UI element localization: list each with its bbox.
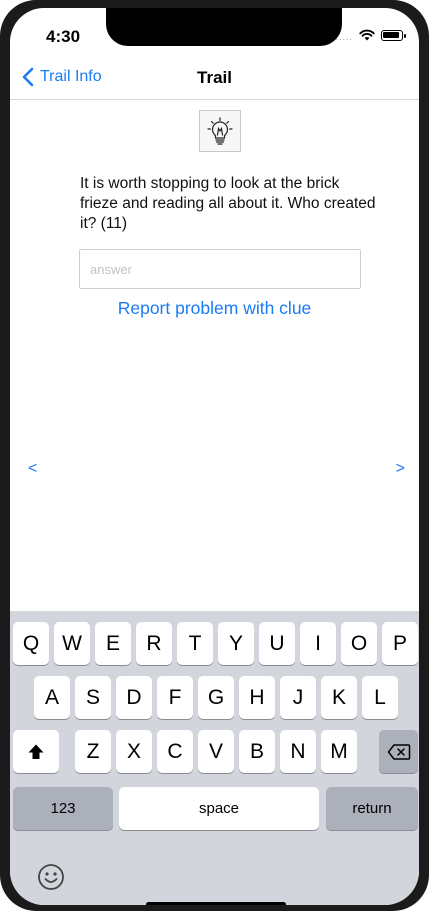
key-h[interactable]: H bbox=[239, 676, 275, 719]
key-t[interactable]: T bbox=[177, 622, 213, 665]
key-k[interactable]: K bbox=[321, 676, 357, 719]
shift-icon bbox=[28, 744, 44, 759]
status-time: 4:30 bbox=[46, 27, 81, 46]
key-q[interactable]: Q bbox=[13, 622, 49, 665]
key-g[interactable]: G bbox=[198, 676, 234, 719]
delete-key[interactable] bbox=[379, 730, 418, 773]
clue-text: It is worth stopping to look at the bric… bbox=[80, 175, 376, 232]
key-c[interactable]: C bbox=[157, 730, 193, 773]
backspace-icon bbox=[387, 743, 410, 760]
key-o[interactable]: O bbox=[341, 622, 377, 665]
navigation-bar: Trail Info Trail bbox=[10, 56, 419, 100]
key-u[interactable]: U bbox=[259, 622, 295, 665]
key-j[interactable]: J bbox=[280, 676, 316, 719]
key-m[interactable]: M bbox=[321, 730, 357, 773]
key-e[interactable]: E bbox=[95, 622, 131, 665]
emoji-icon[interactable] bbox=[36, 862, 66, 892]
key-b[interactable]: B bbox=[239, 730, 275, 773]
key-l[interactable]: L bbox=[362, 676, 398, 719]
signal-icon: ..... bbox=[335, 32, 353, 42]
notch bbox=[106, 8, 342, 46]
key-x[interactable]: X bbox=[116, 730, 152, 773]
next-clue-button[interactable]: > bbox=[396, 460, 405, 478]
key-i[interactable]: I bbox=[300, 622, 336, 665]
key-a[interactable]: A bbox=[34, 676, 70, 719]
return-key[interactable]: return bbox=[326, 787, 418, 830]
key-d[interactable]: D bbox=[116, 676, 152, 719]
device-frame: 4:30 ..... Trail Info Trail It is worth … bbox=[0, 0, 429, 911]
key-y[interactable]: Y bbox=[218, 622, 254, 665]
page-title: Trail bbox=[197, 68, 232, 87]
previous-clue-button[interactable]: < bbox=[28, 460, 37, 478]
status-indicators: ..... bbox=[335, 28, 406, 42]
key-n[interactable]: N bbox=[280, 730, 316, 773]
keyboard: Q W E R T Y U I O P A S D F G H J K L Z … bbox=[10, 611, 419, 905]
battery-icon bbox=[381, 29, 406, 41]
key-v[interactable]: V bbox=[198, 730, 234, 773]
space-key[interactable]: space bbox=[119, 787, 319, 830]
lightbulb-icon bbox=[199, 110, 241, 152]
screen: 4:30 ..... Trail Info Trail It is worth … bbox=[10, 8, 419, 905]
home-indicator bbox=[146, 902, 286, 905]
key-r[interactable]: R bbox=[136, 622, 172, 665]
key-f[interactable]: F bbox=[157, 676, 193, 719]
key-p[interactable]: P bbox=[382, 622, 418, 665]
numbers-key[interactable]: 123 bbox=[13, 787, 113, 830]
shift-key[interactable] bbox=[13, 730, 59, 773]
key-w[interactable]: W bbox=[54, 622, 90, 665]
report-problem-link[interactable]: Report problem with clue bbox=[10, 298, 419, 319]
wifi-icon bbox=[359, 29, 375, 41]
answer-input[interactable] bbox=[79, 249, 361, 289]
key-z[interactable]: Z bbox=[75, 730, 111, 773]
key-s[interactable]: S bbox=[75, 676, 111, 719]
